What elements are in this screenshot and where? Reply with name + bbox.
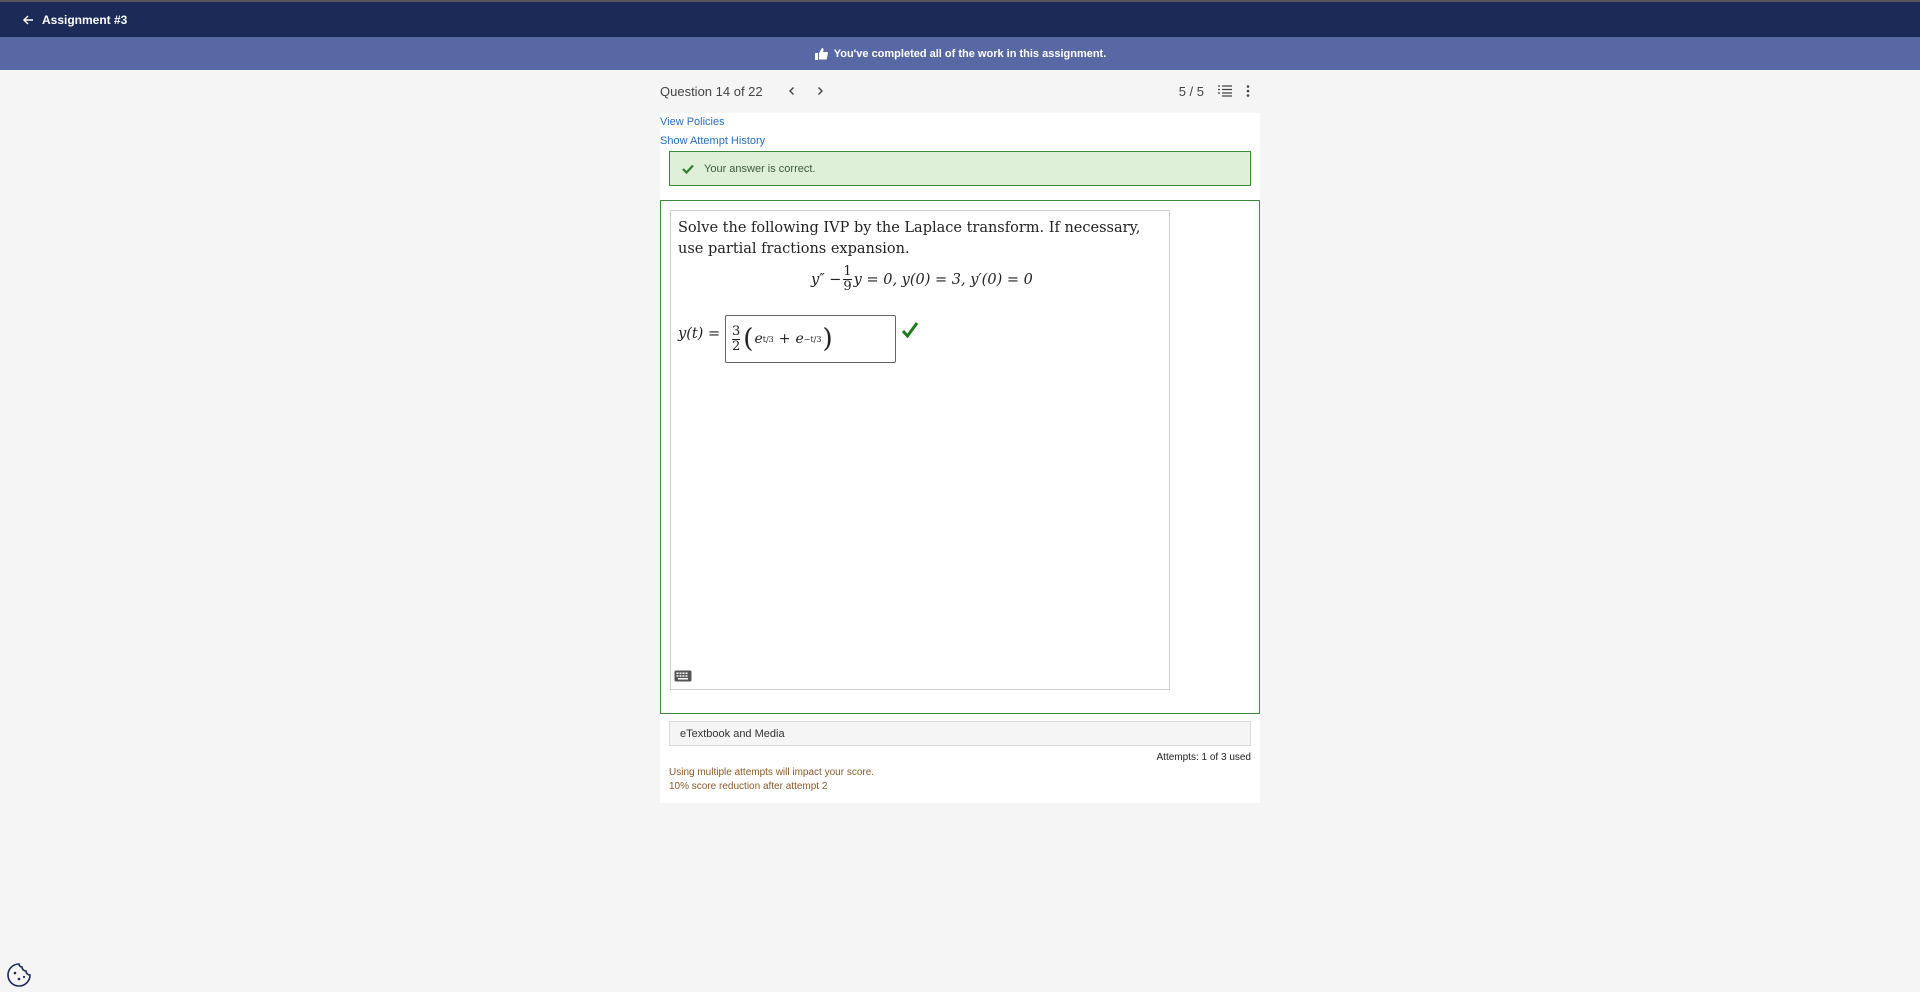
view-policies-link[interactable]: View Policies	[660, 113, 765, 132]
attempts-used: Attempts: 1 of 3 used	[1156, 752, 1252, 763]
previous-question-button[interactable]	[787, 86, 797, 96]
correct-answer-alert: Your answer is correct.	[669, 151, 1251, 186]
feedback-text: Your answer is correct.	[704, 162, 816, 175]
answer-exp1: t/3	[762, 334, 774, 344]
coef-numerator: 3	[732, 323, 741, 339]
answer-exp2: −t/3	[803, 334, 822, 344]
chevron-left-icon	[788, 87, 794, 95]
answer-term2: e	[795, 331, 804, 347]
back-to-assignment-link[interactable]: Assignment #3	[22, 13, 127, 27]
banner-text: You've completed all of the work in this…	[833, 47, 1107, 60]
top-bar: Assignment #3	[0, 0, 1920, 37]
equation-lhs: y″ −	[811, 271, 842, 288]
keyboard-button[interactable]	[674, 669, 692, 687]
next-question-button[interactable]	[815, 86, 825, 96]
question-header: Question 14 of 22 5 / 5	[660, 80, 1260, 102]
equation-fraction: 1 9	[843, 264, 852, 294]
thumbs-up-icon	[814, 48, 828, 60]
cookie-icon	[7, 963, 31, 987]
ivp-equation: y″ − 1 9 y = 0, y(0) = 3, y′(0) = 0	[811, 265, 1033, 294]
question-counter: Question 14 of 22	[660, 83, 763, 99]
question-frame: Solve the following IVP by the Laplace t…	[670, 210, 1170, 690]
answer-input[interactable]: 3 2 ( e t/3 + e −t/3 )	[725, 315, 896, 363]
answer-lhs: y(t) =	[678, 326, 721, 342]
question-prompt: Solve the following IVP by the Laplace t…	[678, 220, 1141, 257]
show-attempt-history-link[interactable]: Show Attempt History	[660, 132, 765, 151]
more-vertical-icon	[1246, 85, 1250, 97]
chevron-right-icon	[817, 87, 823, 95]
question-box: Solve the following IVP by the Laplace t…	[660, 200, 1260, 714]
correct-check-icon	[901, 321, 919, 344]
attempt-note-1: Using multiple attempts will impact your…	[669, 767, 875, 778]
score-display: 5 / 5	[1178, 83, 1204, 99]
attempt-notes: Using multiple attempts will impact your…	[669, 766, 874, 794]
policy-links: View Policies Show Attempt History	[660, 113, 765, 151]
fraction-denominator: 9	[843, 279, 852, 294]
completion-banner: You've completed all of the work in this…	[0, 37, 1920, 70]
coef-denominator: 2	[732, 338, 741, 354]
answer-term1: e	[754, 331, 763, 347]
answer-coefficient: 3 2	[732, 323, 741, 354]
assignment-title: Assignment #3	[42, 12, 128, 27]
etextbook-media-section[interactable]: eTextbook and Media	[669, 721, 1251, 746]
keyboard-icon	[674, 670, 692, 682]
cookie-settings-button[interactable]	[6, 962, 32, 992]
list-icon	[1218, 85, 1232, 97]
attempt-note-2: 10% score reduction after attempt 2	[669, 781, 828, 792]
arrow-left-icon	[22, 14, 33, 25]
question-list-button[interactable]	[1218, 85, 1232, 97]
check-icon	[682, 164, 694, 174]
answer-plus: +	[778, 331, 791, 347]
more-options-button[interactable]	[1246, 85, 1250, 97]
equation-rhs: y = 0, y(0) = 3, y′(0) = 0	[853, 271, 1033, 288]
fraction-numerator: 1	[843, 264, 852, 279]
